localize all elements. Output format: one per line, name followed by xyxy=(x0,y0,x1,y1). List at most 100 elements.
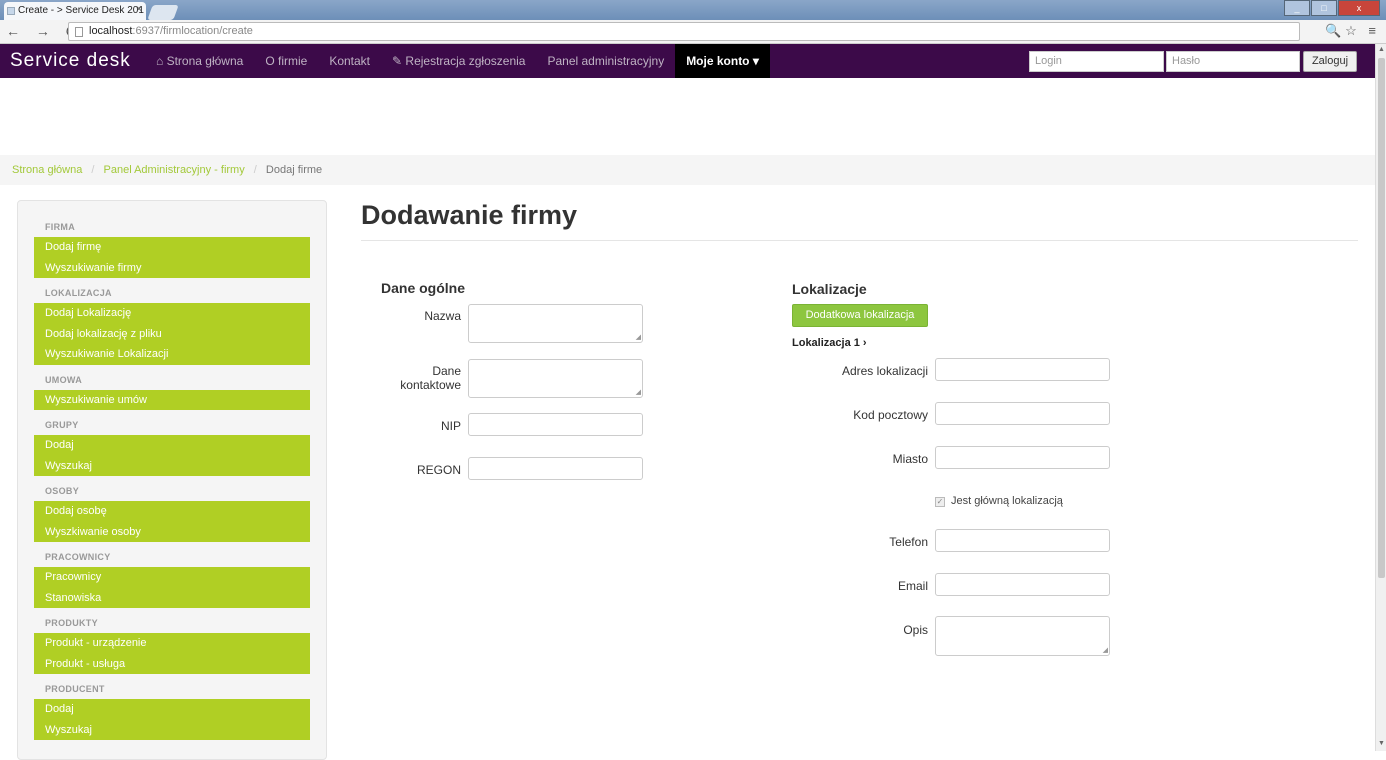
sidebar-heading: FIRMA xyxy=(45,222,75,232)
sidebar-item-add-group[interactable]: Dodaj xyxy=(34,435,310,456)
nav-links: ⌂ Strona główna O firmie Kontakt ✎ Rejes… xyxy=(145,44,770,78)
sidebar-item-product-service[interactable]: Produkt - usługa xyxy=(34,654,310,675)
nav-about[interactable]: O firmie xyxy=(254,44,318,78)
scroll-down-icon[interactable]: ▼ xyxy=(1378,740,1385,747)
scrollbar-thumb[interactable] xyxy=(1378,58,1385,578)
description-textarea[interactable]: ◢ xyxy=(935,616,1110,656)
nip-label: NIP xyxy=(440,419,461,433)
sidebar-group: Dodaj Wyszukaj xyxy=(34,699,310,740)
favicon-icon xyxy=(7,7,15,15)
city-input[interactable] xyxy=(935,446,1110,469)
sidebar-group: Pracownicy Stanowiska xyxy=(34,567,310,608)
nav-contact[interactable]: Kontakt xyxy=(318,44,381,78)
breadcrumb-separator: / xyxy=(91,164,95,176)
window-controls: _ □ x xyxy=(1283,0,1380,16)
sidebar-group: Dodaj firmę Wyszukiwanie firmy xyxy=(34,237,310,278)
sidebar-item-search-producer[interactable]: Wyszukaj xyxy=(34,720,310,741)
sidebar-group: Produkt - urządzenie Produkt - usługa xyxy=(34,633,310,674)
admin-sidebar: FIRMA Dodaj firmę Wyszukiwanie firmy LOK… xyxy=(17,200,327,760)
zoom-star-menu-icon[interactable]: 🔍☆ ≡ xyxy=(1325,23,1380,39)
nav-register-ticket[interactable]: ✎ Rejestracja zgłoszenia xyxy=(381,44,536,78)
sidebar-item-positions[interactable]: Stanowiska xyxy=(34,588,310,609)
password-input[interactable]: Hasło xyxy=(1166,51,1300,72)
sidebar-item-search-contracts[interactable]: Wyszukiwanie umów xyxy=(34,390,310,411)
login-input[interactable]: Login xyxy=(1029,51,1164,72)
login-button[interactable]: Zaloguj xyxy=(1303,51,1357,72)
new-tab-button[interactable] xyxy=(147,5,179,20)
name-textarea[interactable]: ◢ xyxy=(468,304,643,343)
phone-label: Telefon xyxy=(889,535,928,549)
sidebar-group: Dodaj Lokalizację Dodaj lokalizację z pl… xyxy=(34,303,310,365)
breadcrumb-separator: / xyxy=(253,164,257,176)
main-location-checkbox[interactable]: ✓ xyxy=(935,497,945,507)
sidebar-item-search-group[interactable]: Wyszukaj xyxy=(34,456,310,477)
sidebar-item-product-device[interactable]: Produkt - urządzenie xyxy=(34,633,310,654)
location-1-heading[interactable]: Lokalizacja 1 › xyxy=(792,337,867,349)
page-scrollbar[interactable]: ▲ ▼ xyxy=(1375,44,1386,751)
resize-grip-icon[interactable]: ◢ xyxy=(1103,646,1108,654)
sidebar-heading: UMOWA xyxy=(45,374,82,385)
email-label: Email xyxy=(897,579,928,593)
page-icon xyxy=(75,27,83,37)
resize-grip-icon[interactable]: ◢ xyxy=(636,333,641,341)
phone-input[interactable] xyxy=(935,529,1110,552)
sidebar-item-search-company[interactable]: Wyszukiwanie firmy xyxy=(34,258,310,279)
top-navbar: Service desk ⌂ Strona główna O firmie Ko… xyxy=(0,44,1375,78)
address-bar: ← → C localhost:6937/firmlocation/create… xyxy=(0,20,1386,44)
browser-title-bar: Create - > Service Desk 201 × _ □ x xyxy=(0,0,1386,20)
regon-input[interactable] xyxy=(468,457,643,480)
postal-code-input[interactable] xyxy=(935,402,1110,425)
contact-data-label: Dane kontaktowe xyxy=(400,364,461,392)
sidebar-item-add-person[interactable]: Dodaj osobę xyxy=(34,501,310,522)
sidebar-item-search-location[interactable]: Wyszukiwanie Lokalizacji xyxy=(34,344,310,365)
nav-admin-panel[interactable]: Panel administracyjny xyxy=(536,44,675,78)
url-input[interactable]: localhost:6937/firmlocation/create xyxy=(68,22,1300,41)
city-label: Miasto xyxy=(892,452,928,466)
page-title: Dodawanie firmy xyxy=(361,200,578,230)
nav-my-account[interactable]: Moje konto ▾ xyxy=(675,44,770,78)
resize-grip-icon[interactable]: ◢ xyxy=(636,388,641,396)
add-location-button[interactable]: Dodatkowa lokalizacja xyxy=(792,304,928,327)
address-label: Adres lokalizacji xyxy=(841,364,928,378)
minimize-button[interactable]: _ xyxy=(1284,0,1310,16)
maximize-button[interactable]: □ xyxy=(1311,0,1337,16)
sidebar-item-employees[interactable]: Pracownicy xyxy=(34,567,310,588)
sidebar-item-add-location[interactable]: Dodaj Lokalizację xyxy=(34,303,310,324)
contact-data-textarea[interactable]: ◢ xyxy=(468,359,643,398)
tab-close-icon[interactable]: × xyxy=(136,4,142,15)
breadcrumb: Strona główna / Panel Administracyjny - … xyxy=(0,155,1375,185)
sidebar-heading: PRACOWNICY xyxy=(45,552,111,562)
brand-logo[interactable]: Service desk xyxy=(10,50,131,72)
address-input[interactable] xyxy=(935,358,1110,381)
close-window-button[interactable]: x xyxy=(1338,0,1380,16)
sidebar-item-add-location-file[interactable]: Dodaj lokalizację z pliku xyxy=(34,324,310,345)
email-input[interactable] xyxy=(935,573,1110,596)
scroll-up-icon[interactable]: ▲ xyxy=(1378,46,1385,53)
regon-label: REGON xyxy=(416,463,461,477)
sidebar-group: Dodaj osobę Wyszkiwanie osoby xyxy=(34,501,310,542)
sidebar-heading: OSOBY xyxy=(45,486,80,496)
locations-heading: Lokalizacje xyxy=(792,281,867,297)
sidebar-group: Wyszukiwanie umów xyxy=(34,389,310,411)
nip-input[interactable] xyxy=(468,413,643,436)
sidebar-item-add-company[interactable]: Dodaj firmę xyxy=(34,237,310,258)
url-host: localhost xyxy=(89,25,133,37)
browser-tab[interactable]: Create - > Service Desk 201 × xyxy=(4,2,146,20)
sidebar-item-add-producer[interactable]: Dodaj xyxy=(34,699,310,720)
description-label: Opis xyxy=(903,623,928,637)
nav-home[interactable]: ⌂ Strona główna xyxy=(145,44,254,78)
sidebar-group: Dodaj Wyszukaj xyxy=(34,435,310,476)
sidebar-item-search-person[interactable]: Wyszkiwanie osoby xyxy=(34,522,310,543)
sidebar-heading: LOKALIZACJA xyxy=(45,288,112,298)
breadcrumb-current: Dodaj firme xyxy=(265,164,323,176)
breadcrumb-panel[interactable]: Panel Administracyjny - firmy xyxy=(104,164,245,176)
general-data-heading: Dane ogólne xyxy=(381,280,466,296)
sidebar-heading: PRODUKTY xyxy=(45,618,98,628)
breadcrumb-home[interactable]: Strona główna xyxy=(12,164,82,176)
title-divider xyxy=(361,240,1358,241)
sidebar-heading: GRUPY xyxy=(45,420,79,430)
name-label: Nazwa xyxy=(424,309,461,323)
url-path: :6937/firmlocation/create xyxy=(132,25,253,37)
tab-title: Create - > Service Desk 201 xyxy=(18,5,144,16)
postal-code-label: Kod pocztowy xyxy=(853,408,928,422)
